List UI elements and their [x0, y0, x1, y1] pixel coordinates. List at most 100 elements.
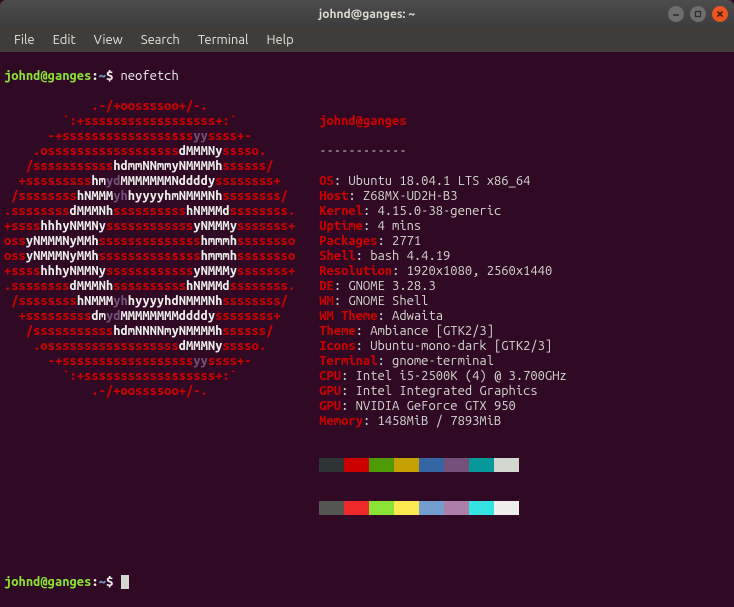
- info-label: Host: [319, 189, 348, 203]
- menu-view[interactable]: View: [86, 31, 131, 49]
- neofetch-output: .-/+oossssoo+/-. `:+ssssssssssssssssss+:…: [4, 99, 730, 530]
- info-row: CPU: Intel i5-2500K (4) @ 3.700GHz: [319, 369, 567, 384]
- titlebar: johnd@ganges: ~: [0, 0, 734, 28]
- prompt-user-host: johnd@ganges: [4, 575, 91, 589]
- color-swatch: [444, 501, 469, 515]
- color-swatch: [369, 501, 394, 515]
- info-label: CPU: [319, 369, 341, 383]
- info-label: GPU: [319, 384, 341, 398]
- info-label: Kernel: [319, 204, 363, 218]
- prompt-user-host: johnd@ganges: [4, 69, 91, 83]
- info-value: : Z68MX-UD2H-B3: [348, 189, 457, 203]
- color-swatch: [319, 501, 344, 515]
- info-label: Packages: [319, 234, 377, 248]
- prompt-separator: :: [91, 575, 98, 589]
- info-value: : Ubuntu 18.04.1 LTS x86_64: [334, 174, 531, 188]
- info-value: : 1458MiB / 7893MiB: [363, 414, 501, 428]
- info-value: : Ambiance [GTK2/3]: [356, 324, 494, 338]
- info-label: Theme: [319, 324, 355, 338]
- info-row: Icons: Ubuntu-mono-dark [GTK2/3]: [319, 339, 567, 354]
- info-row: Memory: 1458MiB / 7893MiB: [319, 414, 567, 429]
- color-swatch: [394, 501, 419, 515]
- system-info: johnd@ganges ------------ OS: Ubuntu 18.…: [295, 99, 567, 530]
- info-title: johnd@ganges: [319, 114, 406, 128]
- prompt-path: ~: [99, 575, 106, 589]
- color-swatch: [319, 458, 344, 472]
- info-value: : Intel Integrated Graphics: [341, 384, 538, 398]
- prompt-separator: :: [91, 69, 98, 83]
- info-separator: ------------: [319, 144, 406, 158]
- info-row: GPU: Intel Integrated Graphics: [319, 384, 567, 399]
- prompt-line: johnd@ganges:~$ neofetch: [4, 69, 730, 84]
- info-value: : 2771: [378, 234, 422, 248]
- info-value: : 4 mins: [363, 219, 421, 233]
- info-label: DE: [319, 279, 334, 293]
- info-row: Packages: 2771: [319, 234, 567, 249]
- color-palette-row2: [319, 501, 567, 515]
- maximize-button[interactable]: [690, 6, 706, 22]
- info-row: WM Theme: Adwaita: [319, 309, 567, 324]
- info-row: Terminal: gnome-terminal: [319, 354, 567, 369]
- info-label: Terminal: [319, 354, 377, 368]
- color-swatch: [344, 501, 369, 515]
- info-rows: OS: Ubuntu 18.04.1 LTS x86_64Host: Z68MX…: [319, 174, 567, 429]
- window-controls: [668, 6, 728, 22]
- minimize-icon: [672, 10, 680, 18]
- info-row: Shell: bash 4.4.19: [319, 249, 567, 264]
- menu-edit[interactable]: Edit: [45, 31, 84, 49]
- info-row: Uptime: 4 mins: [319, 219, 567, 234]
- menu-search[interactable]: Search: [133, 31, 188, 49]
- info-value: : GNOME 3.28.3: [334, 279, 436, 293]
- info-value: : bash 4.4.19: [356, 249, 451, 263]
- info-value: : gnome-terminal: [378, 354, 494, 368]
- info-row: Theme: Ambiance [GTK2/3]: [319, 324, 567, 339]
- info-row: WM: GNOME Shell: [319, 294, 567, 309]
- color-swatch: [394, 458, 419, 472]
- menu-terminal[interactable]: Terminal: [190, 31, 257, 49]
- prompt-path: ~: [99, 69, 106, 83]
- prompt-line-2: johnd@ganges:~$: [4, 575, 730, 590]
- info-value: : Ubuntu-mono-dark [GTK2/3]: [356, 339, 553, 353]
- info-row: OS: Ubuntu 18.04.1 LTS x86_64: [319, 174, 567, 189]
- minimize-button[interactable]: [668, 6, 684, 22]
- ascii-art: .-/+oossssoo+/-. `:+ssssssssssssssssss+:…: [4, 99, 295, 530]
- info-row: Resolution: 1920x1080, 2560x1440: [319, 264, 567, 279]
- info-value: : Intel i5-2500K (4) @ 3.700GHz: [341, 369, 567, 383]
- info-value: : GNOME Shell: [334, 294, 429, 308]
- menubar: File Edit View Search Terminal Help: [0, 28, 734, 52]
- info-value: : NVIDIA GeForce GTX 950: [341, 399, 516, 413]
- info-label: Shell: [319, 249, 355, 263]
- color-swatch: [419, 458, 444, 472]
- info-value: : 4.15.0-38-generic: [363, 204, 501, 218]
- info-label: WM Theme: [319, 309, 377, 323]
- info-row: DE: GNOME 3.28.3: [319, 279, 567, 294]
- command-text: neofetch: [113, 69, 179, 83]
- color-swatch: [419, 501, 444, 515]
- info-value: : Adwaita: [378, 309, 444, 323]
- info-label: Memory: [319, 414, 363, 428]
- color-swatch: [469, 501, 494, 515]
- info-label: Resolution: [319, 264, 392, 278]
- window-title: johnd@ganges: ~: [0, 8, 734, 21]
- maximize-icon: [694, 10, 702, 18]
- close-icon: [716, 10, 724, 18]
- info-label: Icons: [319, 339, 355, 353]
- color-swatch: [494, 501, 519, 515]
- color-swatch: [469, 458, 494, 472]
- info-row: Host: Z68MX-UD2H-B3: [319, 189, 567, 204]
- info-row: GPU: NVIDIA GeForce GTX 950: [319, 399, 567, 414]
- color-swatch: [444, 458, 469, 472]
- color-palette-row1: [319, 458, 567, 472]
- close-button[interactable]: [712, 6, 728, 22]
- menu-file[interactable]: File: [6, 31, 43, 49]
- cursor: [121, 575, 129, 589]
- info-value: : 1920x1080, 2560x1440: [392, 264, 552, 278]
- menu-help[interactable]: Help: [258, 31, 301, 49]
- info-label: GPU: [319, 399, 341, 413]
- terminal-output[interactable]: johnd@ganges:~$ neofetch .-/+oossssoo+/-…: [0, 52, 734, 607]
- info-label: OS: [319, 174, 334, 188]
- color-swatch: [369, 458, 394, 472]
- blank-line: [4, 545, 730, 560]
- color-swatch: [494, 458, 519, 472]
- info-row: Kernel: 4.15.0-38-generic: [319, 204, 567, 219]
